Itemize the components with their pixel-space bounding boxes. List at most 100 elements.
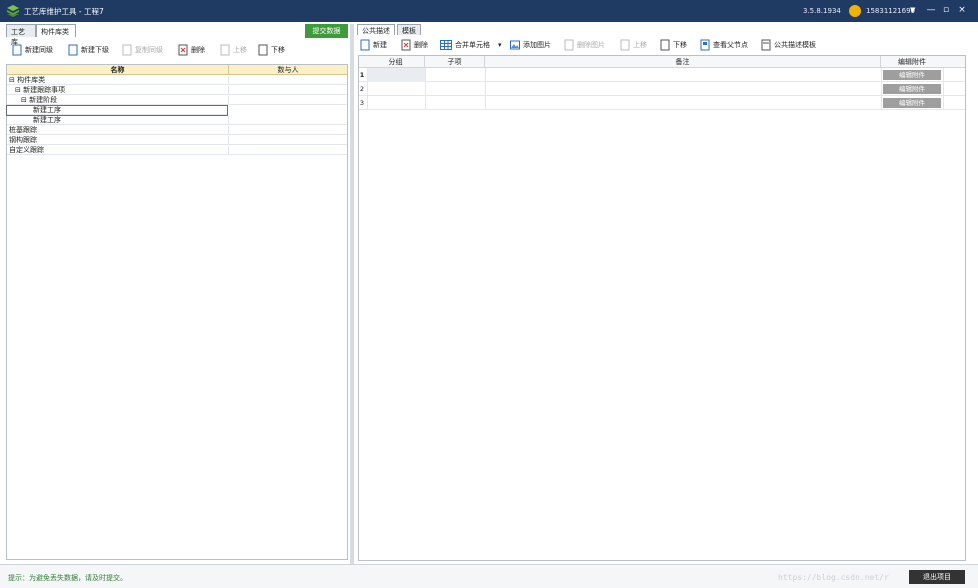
tree-row[interactable]: ⊟ 构件库类 [7, 76, 347, 85]
column-header-participants: 数与人 [228, 65, 347, 75]
column-header-subitem: 子项 [425, 56, 485, 68]
new-document-icon [360, 39, 370, 51]
minimize-button[interactable]: — [925, 4, 937, 16]
move-down-row-label: 下移 [673, 41, 687, 49]
move-down-icon [660, 39, 670, 51]
move-up-icon [620, 39, 630, 51]
status-bar: 提示：为避免丢失数据，请及时提交。 https://blog.csdn.net/… [0, 564, 978, 588]
add-image-label: 添加图片 [523, 41, 551, 49]
delete-row-label: 删除 [414, 41, 428, 49]
description-template-button[interactable]: 公共描述模板 [761, 38, 816, 52]
edit-attachment-button[interactable]: 编辑附件 [883, 84, 941, 94]
close-button[interactable]: × [956, 4, 968, 16]
new-document-icon [12, 44, 22, 56]
merge-cells-dropdown-icon[interactable]: ▾ [498, 38, 502, 52]
exit-project-button[interactable]: 退出项目 [909, 570, 965, 584]
tab-component-types[interactable]: 构件库类 [36, 24, 76, 37]
copy-document-icon [122, 44, 132, 56]
user-dropdown-icon[interactable]: ▼ [910, 6, 915, 14]
edit-attachment-button[interactable]: 编辑附件 [883, 70, 941, 80]
row-number: 1 [359, 71, 365, 79]
move-up-row-button[interactable]: 上移 [620, 38, 647, 52]
tree-row-label: 新建工序 [33, 116, 61, 124]
collapse-icon[interactable]: ⊟ [15, 86, 21, 94]
tree-grid: 名称 数与人 ⊟ 构件库类 ⊟ 新建跟踪事项 ⊟ 新建阶段 新建工序 新建工序 … [6, 64, 348, 560]
table-row[interactable]: 1 编辑附件 [359, 68, 965, 82]
tree-row-label: 新建跟踪事项 [23, 86, 66, 94]
restore-button[interactable]: ▫ [940, 4, 952, 16]
description-template-label: 公共描述模板 [774, 41, 816, 49]
new-row-button[interactable]: 新建 [360, 38, 387, 52]
move-down-label: 下移 [271, 46, 285, 54]
merge-cells-label: 合并单元格 [455, 41, 490, 49]
move-down-button[interactable]: 下移 [258, 43, 285, 57]
tree-row[interactable]: ⊟ 新建阶段 [7, 96, 347, 105]
tree-row-label: 新建阶段 [29, 96, 58, 104]
move-down-icon [258, 44, 268, 56]
tree-row[interactable]: 新建工序 [7, 116, 347, 125]
tree-row[interactable]: 自定义跟踪 [7, 146, 347, 155]
tab-process-library[interactable]: 工艺库 [6, 24, 36, 46]
copy-sibling-label: 复制同级 [135, 46, 163, 54]
window-title: 工艺库维护工具 - 工程7 [24, 7, 104, 16]
user-avatar-icon[interactable] [849, 5, 861, 17]
new-sibling-button[interactable]: 新建同级 [12, 43, 53, 57]
merge-cells-button[interactable]: 合并单元格 [440, 38, 490, 52]
column-header-remark: 备注 [485, 56, 881, 68]
status-hint: 提示：为避免丢失数据，请及时提交。 [8, 574, 127, 582]
edit-attachment-button[interactable]: 编辑附件 [883, 98, 941, 108]
column-header-attachment: 编辑附件 [898, 58, 926, 66]
move-up-icon [220, 44, 230, 56]
parent-node-icon [700, 39, 710, 51]
new-child-label: 新建下级 [81, 46, 109, 54]
tab-template[interactable]: 模板 [397, 24, 421, 35]
delete-button[interactable]: 删除 [178, 43, 205, 57]
current-cell[interactable] [367, 68, 425, 82]
column-header-name: 名称 [7, 65, 228, 75]
delete-image-icon [564, 39, 574, 51]
tree-row-label: 桩基跟踪 [9, 126, 37, 134]
app-logo-icon [7, 5, 19, 17]
copy-sibling-button[interactable]: 复制同级 [122, 43, 163, 57]
view-parent-button[interactable]: 查看父节点 [700, 38, 748, 52]
left-toolbar: 新建同级 新建下级 复制同级 删除 上移 下移 [6, 40, 348, 60]
submit-data-button[interactable]: 提交数据 [305, 24, 348, 38]
new-sibling-label: 新建同级 [25, 46, 53, 54]
grid-header: 分组 子项 备注 编辑附件 [359, 56, 965, 68]
tree-row-label: 构件库类 [17, 76, 46, 84]
tree-row[interactable]: 钢构跟踪 [7, 136, 347, 145]
new-document-icon [68, 44, 78, 56]
image-icon [510, 40, 520, 50]
user-name[interactable]: 15831121690 [866, 7, 915, 15]
tab-public-description[interactable]: 公共描述 [357, 24, 395, 35]
tree-row[interactable]: ⊟ 新建跟踪事项 [7, 86, 347, 95]
delete-label: 删除 [191, 46, 205, 54]
tree-row-label: 自定义跟踪 [9, 146, 44, 154]
move-down-row-button[interactable]: 下移 [660, 38, 687, 52]
table-grid-icon [440, 40, 452, 50]
version-label: 3.5.8.1934 [803, 7, 841, 15]
table-row[interactable]: 2 编辑附件 [359, 82, 965, 96]
delete-image-label: 删除图片 [577, 41, 605, 49]
table-row[interactable]: 3 编辑附件 [359, 96, 965, 110]
title-bar: 工艺库维护工具 - 工程7 3.5.8.1934 15831121690 ▼ —… [0, 0, 978, 22]
delete-row-button[interactable]: 删除 [401, 38, 428, 52]
move-up-button[interactable]: 上移 [220, 43, 247, 57]
right-toolbar: 新建 删除 合并单元格 ▾ 添加图片 删除图片 上移 下移 查看父节点 公共描述… [358, 35, 966, 55]
description-grid: 分组 子项 备注 编辑附件 1 编辑附件 2 编辑附件 3 编辑附件 [358, 55, 966, 561]
collapse-icon[interactable]: ⊟ [21, 96, 27, 104]
new-row-label: 新建 [373, 41, 387, 49]
collapse-icon[interactable]: ⊟ [9, 76, 15, 84]
column-header-group: 分组 [367, 56, 425, 68]
watermark-text: https://blog.csdn.net/r [778, 573, 889, 582]
tree-row-label: 钢构跟踪 [9, 136, 37, 144]
delete-icon [401, 39, 411, 51]
add-image-button[interactable]: 添加图片 [510, 38, 551, 52]
new-child-button[interactable]: 新建下级 [68, 43, 109, 57]
tree-row-selected[interactable]: 新建工序 [6, 105, 228, 116]
row-number: 2 [359, 85, 365, 93]
tree-row[interactable]: 桩基跟踪 [7, 126, 347, 135]
delete-image-button[interactable]: 删除图片 [564, 38, 605, 52]
template-icon [761, 39, 771, 51]
panel-splitter[interactable] [350, 24, 354, 564]
